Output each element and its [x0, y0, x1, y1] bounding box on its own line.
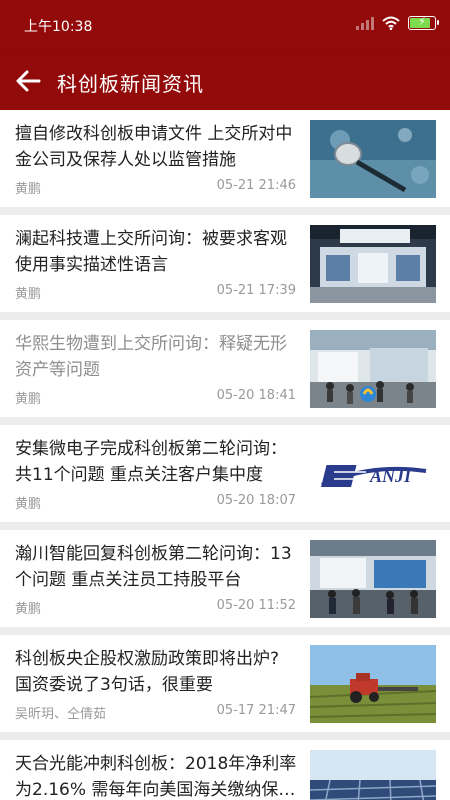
news-time: 05-21 21:46 — [216, 178, 296, 193]
news-author: 黄鹏 — [15, 602, 42, 617]
app-bar: 科创板新闻资讯 — [0, 52, 450, 110]
exhibition-booth-image — [310, 225, 436, 303]
status-bar: 上午10:38 ⚡ — [0, 0, 450, 52]
tractor-field-image — [310, 645, 436, 723]
news-time: 05-21 17:39 — [216, 283, 296, 298]
page-title: 科创板新闻资讯 — [57, 72, 204, 96]
news-author: 黄鹏 — [15, 182, 42, 197]
news-item[interactable]: 天合光能冲刺科创板：2018年净利率为2.16% 需每年向美国海关缴纳保证金 — [0, 740, 450, 800]
status-time: 上午10:38 — [24, 19, 93, 35]
news-list[interactable]: 擅自修改科创板申请文件 上交所对中金公司及保荐人处以监管措施 黄鹏 05-21 … — [0, 110, 450, 800]
news-author: 黄鹏 — [15, 497, 42, 512]
news-item[interactable]: 科创板央企股权激励政策即将出炉? 国资委说了3句话，很重要 吴昕玥、仝倩茹 05… — [0, 635, 450, 732]
news-author: 吴昕玥、仝倩茹 — [15, 707, 107, 722]
status-icons: ⚡ — [356, 15, 439, 30]
news-title: 科创板央企股权激励政策即将出炉? 国资委说了3句话，很重要 — [15, 649, 280, 695]
exhibition-crowd-image — [310, 330, 436, 408]
news-title: 澜起科技遭上交所问询：被要求客观使用事实描述性语言 — [15, 229, 287, 275]
news-item[interactable]: 擅自修改科创板申请文件 上交所对中金公司及保荐人处以监管措施 黄鹏 05-21 … — [0, 110, 450, 207]
news-item[interactable]: 瀚川智能回复科创板第二轮问询：13个问题 重点关注员工持股平台 黄鹏 05-20… — [0, 530, 450, 627]
anji-logo-text: ANJI — [369, 466, 412, 486]
news-title: 华熙生物遭到上交所问询：释疑无形资产等问题 — [15, 334, 287, 380]
wifi-icon — [382, 16, 400, 30]
news-time: 05-20 18:07 — [216, 493, 296, 508]
news-item[interactable]: 华熙生物遭到上交所问询：释疑无形资产等问题 黄鹏 05-20 18:41 — [0, 320, 450, 417]
news-title: 擅自修改科创板申请文件 上交所对中金公司及保荐人处以监管措施 — [15, 124, 293, 170]
news-item[interactable]: 澜起科技遭上交所问询：被要求客观使用事实描述性语言 黄鹏 05-21 17:39 — [0, 215, 450, 312]
anji-logo-image: ANJI — [310, 435, 436, 513]
factory-visitors-image — [310, 540, 436, 618]
microphone-image — [310, 120, 436, 198]
news-time: 05-20 11:52 — [216, 598, 296, 613]
news-title: 天合光能冲刺科创板：2018年净利率为2.16% 需每年向美国海关缴纳保证金 — [15, 754, 297, 800]
signal-icon — [356, 16, 374, 30]
battery-charging-icon: ⚡ — [408, 15, 439, 30]
news-item[interactable]: 安集微电子完成科创板第二轮问询：共11个问题 重点关注客户集中度 黄鹏 05-2… — [0, 425, 450, 522]
news-title: 安集微电子完成科创板第二轮问询：共11个问题 重点关注客户集中度 — [15, 439, 287, 485]
solar-panels-image — [310, 750, 436, 800]
news-author: 黄鹏 — [15, 392, 42, 407]
arrow-left-icon — [16, 70, 41, 92]
news-title: 瀚川智能回复科创板第二轮问询：13个问题 重点关注员工持股平台 — [15, 544, 292, 590]
news-time: 05-17 21:47 — [216, 703, 296, 718]
news-author: 黄鹏 — [15, 287, 42, 302]
back-button[interactable] — [12, 65, 44, 97]
news-time: 05-20 18:41 — [216, 388, 296, 403]
